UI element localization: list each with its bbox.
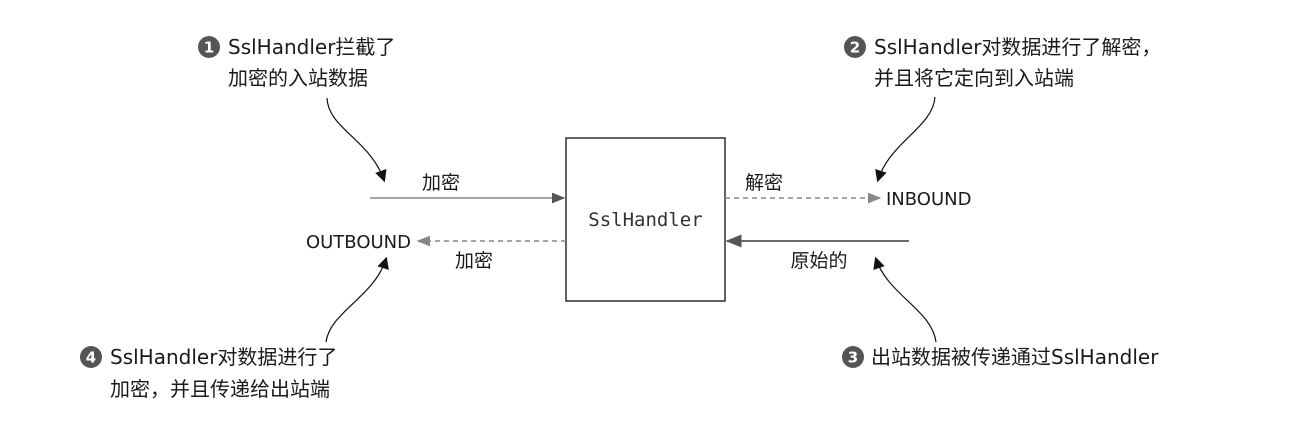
inbound-encrypted-label: 加密 bbox=[422, 172, 460, 194]
callout-2-number: 2 bbox=[850, 39, 860, 57]
callout-4: 4 SslHandler对数据进行了 加密，并且传递给出站端 bbox=[80, 345, 337, 401]
inbound-port-label: INBOUND bbox=[886, 189, 971, 210]
callout-2-line-2: 并且将它定向到入站端 bbox=[874, 66, 1074, 90]
callout-1-pointer bbox=[326, 97, 387, 183]
outbound-original-label: 原始的 bbox=[790, 250, 847, 272]
callout-1: 1 SslHandler拦截了 加密的入站数据 bbox=[198, 35, 395, 90]
callout-1-line-2: 加密的入站数据 bbox=[228, 66, 368, 90]
callout-4-line-2: 加密，并且传递给出站端 bbox=[110, 377, 330, 401]
callout-2-line-1: SslHandler对数据进行了解密， bbox=[874, 35, 1161, 59]
callout-2: 2 SslHandler对数据进行了解密， 并且将它定向到入站端 bbox=[844, 35, 1161, 90]
inbound-decrypted-label: 解密 bbox=[745, 172, 783, 194]
callout-4-pointer bbox=[325, 256, 389, 343]
callout-1-number: 1 bbox=[204, 39, 214, 57]
callout-4-line-1: SslHandler对数据进行了 bbox=[110, 345, 337, 369]
callout-3: 3 出站数据被传递通过SslHandler bbox=[842, 345, 1159, 369]
callout-3-pointer bbox=[873, 256, 937, 343]
callout-3-line-1: 出站数据被传递通过SslHandler bbox=[871, 345, 1159, 369]
outbound-encrypted-label: 加密 bbox=[455, 250, 493, 272]
outbound-port-label: OUTBOUND bbox=[306, 232, 411, 253]
callout-1-line-1: SslHandler拦截了 bbox=[228, 35, 395, 59]
callout-2-pointer bbox=[875, 96, 936, 183]
ssl-handler-box-label: SslHandler bbox=[588, 209, 702, 231]
callout-3-number: 3 bbox=[848, 349, 858, 367]
callout-4-number: 4 bbox=[86, 349, 96, 367]
ssl-handler-diagram: SslHandler 加密 解密 INBOUND 加密 OUTBOUND 原始的… bbox=[80, 35, 1161, 401]
